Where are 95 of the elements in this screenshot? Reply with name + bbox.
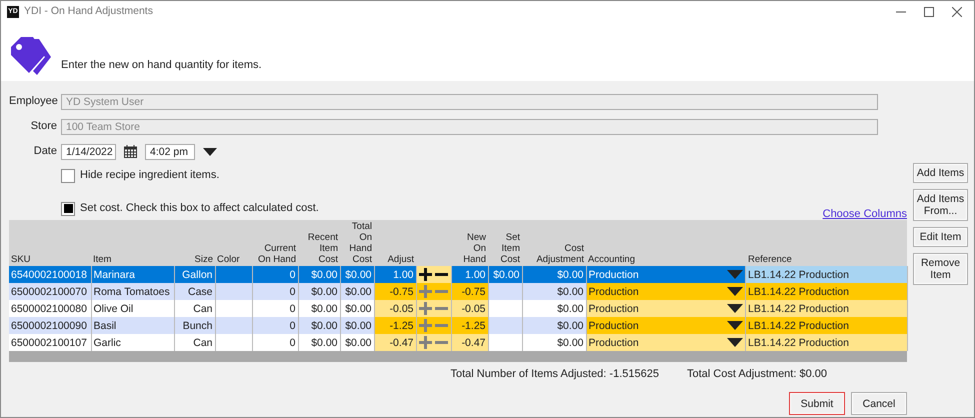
table-cell: $0.00 bbox=[345, 268, 372, 280]
dropdown-icon[interactable] bbox=[727, 321, 743, 330]
window-title: YDI - On Hand Adjustments bbox=[24, 4, 153, 20]
minus-icon[interactable] bbox=[434, 273, 448, 276]
table-cell: $0.00 bbox=[557, 320, 584, 332]
instruction-text: Enter the new on hand quantity for items. bbox=[61, 58, 262, 72]
field-label: Date bbox=[32, 144, 57, 160]
table-cell: 0 bbox=[290, 302, 296, 314]
table-row[interactable]: 6500002100070 Roma Tomatoes Case 0 $0.00 $0.00 -0.75 -0.75 $0.00 Production LB1.14.22 Production bbox=[9, 283, 907, 300]
table-cell: -0.47 bbox=[462, 336, 486, 348]
table-cell-text: Production bbox=[588, 336, 639, 350]
table-cell: Can bbox=[193, 302, 212, 314]
dialog-button[interactable]: Cancel bbox=[851, 392, 907, 415]
minimize-icon[interactable] bbox=[896, 11, 906, 13]
table-cell-text: Production bbox=[588, 268, 639, 282]
table-cell: -1.25 bbox=[390, 320, 414, 332]
side-button[interactable]: Add Items bbox=[913, 163, 968, 183]
table-cell-text: Production bbox=[588, 284, 639, 300]
table-cell: $0.00 bbox=[345, 320, 372, 332]
table-cell: 0 bbox=[290, 268, 296, 280]
table-cell: 6500002100090 bbox=[11, 320, 87, 332]
plus-icon[interactable] bbox=[418, 268, 432, 282]
table-cell: 6500002100107 bbox=[11, 336, 87, 348]
maximize-icon[interactable] bbox=[924, 7, 934, 17]
dialog-button[interactable]: Submit bbox=[789, 392, 845, 415]
field-label: Employee bbox=[9, 94, 57, 110]
table-cell: $0.00 bbox=[345, 302, 372, 314]
table-cell: Bunch bbox=[182, 320, 212, 332]
table-cell: $0.00 bbox=[557, 302, 584, 314]
table-cell: $0.00 bbox=[345, 286, 372, 298]
table-cell: $0.00 bbox=[557, 286, 584, 298]
checkbox-label: Hide recipe ingredient items. bbox=[80, 168, 220, 184]
table-cell: LB1.14.22 Production bbox=[748, 302, 849, 314]
table-cell-text: Production bbox=[588, 302, 639, 316]
table-cell: Garlic bbox=[94, 336, 121, 348]
table-cell-text: Production bbox=[588, 318, 639, 334]
choose-columns-link[interactable]: Choose Columns bbox=[822, 206, 907, 220]
dropdown-icon[interactable] bbox=[203, 148, 217, 156]
table-cell: $0.00 bbox=[311, 286, 338, 298]
table-cell: Basil bbox=[94, 320, 116, 332]
table-cell: $0.00 bbox=[557, 268, 584, 280]
table-cell: -0.47 bbox=[390, 336, 414, 348]
checkbox-label: Set cost. Check this box to affect calculated cost. bbox=[80, 201, 319, 216]
checkbox[interactable] bbox=[61, 168, 75, 182]
calendar-icon[interactable] bbox=[124, 145, 137, 158]
table-cell: Marinara bbox=[94, 268, 135, 280]
date-field[interactable]: 1/14/2022 bbox=[61, 144, 116, 160]
table-cell: -0.75 bbox=[390, 286, 414, 298]
table-cell: LB1.14.22 Production bbox=[748, 268, 849, 280]
table-cell: 0 bbox=[290, 336, 296, 348]
table-cell: Olive Oil bbox=[94, 302, 134, 314]
table-cell: Gallon bbox=[182, 268, 212, 280]
close-icon[interactable] bbox=[952, 7, 962, 17]
time-field[interactable]: 4:02 pm bbox=[145, 144, 195, 160]
dropdown-icon[interactable] bbox=[727, 304, 743, 313]
table-cell: $0.00 bbox=[311, 302, 338, 314]
table-cell: Case bbox=[188, 286, 212, 298]
table-row[interactable]: 6500002100107 Garlic Can 0 $0.00 $0.00 -0.47 -0.47 $0.00 Production LB1.14.22 Production bbox=[9, 334, 907, 351]
table-cell: 1.00 bbox=[465, 268, 486, 280]
table-cell: $0.00 bbox=[557, 336, 584, 348]
table-cell: -1.25 bbox=[462, 320, 486, 332]
text-field: YD System User bbox=[61, 94, 878, 110]
table-cell: $0.00 bbox=[493, 268, 520, 280]
table-cell: 6500002100080 bbox=[11, 302, 87, 314]
side-button[interactable]: Edit Item bbox=[913, 227, 968, 247]
table-cell: 0 bbox=[290, 286, 296, 298]
table-cell: LB1.14.22 Production bbox=[748, 320, 849, 332]
total-items-text: Total Number of Items Adjusted: -1.515625 bbox=[450, 367, 659, 382]
table-cell: Roma Tomatoes bbox=[94, 286, 170, 298]
table-row[interactable]: 6500002100090 Basil Bunch 0 $0.00 $0.00 -1.25 -1.25 $0.00 Production LB1.14.22 Production bbox=[9, 317, 907, 334]
side-button[interactable]: Remove Item bbox=[913, 253, 968, 285]
table-cell: $0.00 bbox=[345, 336, 372, 348]
table-cell: 6540002100018 bbox=[11, 268, 87, 280]
table-cell: -0.05 bbox=[390, 302, 414, 314]
table-cell: $0.00 bbox=[311, 336, 338, 348]
table-cell: $0.00 bbox=[311, 320, 338, 332]
dropdown-icon[interactable] bbox=[727, 287, 743, 296]
field-label: Store bbox=[30, 119, 57, 134]
table-cell: Can bbox=[193, 336, 212, 348]
table-cell: -0.75 bbox=[462, 286, 486, 298]
table-cell: 1.00 bbox=[393, 268, 414, 280]
table-cell: 6500002100070 bbox=[11, 286, 87, 298]
dropdown-icon[interactable] bbox=[727, 338, 743, 347]
text-field: 100 Team Store bbox=[61, 118, 878, 134]
total-cost-text: Total Cost Adjustment: $0.00 bbox=[686, 367, 827, 382]
table-cell: 0 bbox=[290, 320, 296, 332]
table-row[interactable]: 6540002100018 Marinara Gallon 0 $0.00 $0.00 1.00 1.00 $0.00 $0.00 Production LB1.14.22 Production bbox=[9, 266, 907, 283]
table-row[interactable]: 6500002100080 Olive Oil Can 0 $0.00 $0.00 -0.05 -0.05 $0.00 Production LB1.14.22 Production bbox=[9, 300, 907, 317]
side-button[interactable]: Add Items From... bbox=[913, 189, 968, 221]
column-header[interactable]: Total On Hand Cost bbox=[342, 221, 372, 265]
table-cell: $0.00 bbox=[311, 268, 338, 280]
checkbox[interactable] bbox=[61, 202, 75, 216]
table-cell: -0.05 bbox=[462, 302, 486, 314]
table-cell: LB1.14.22 Production bbox=[748, 286, 849, 298]
table-cell: LB1.14.22 Production bbox=[748, 336, 849, 348]
